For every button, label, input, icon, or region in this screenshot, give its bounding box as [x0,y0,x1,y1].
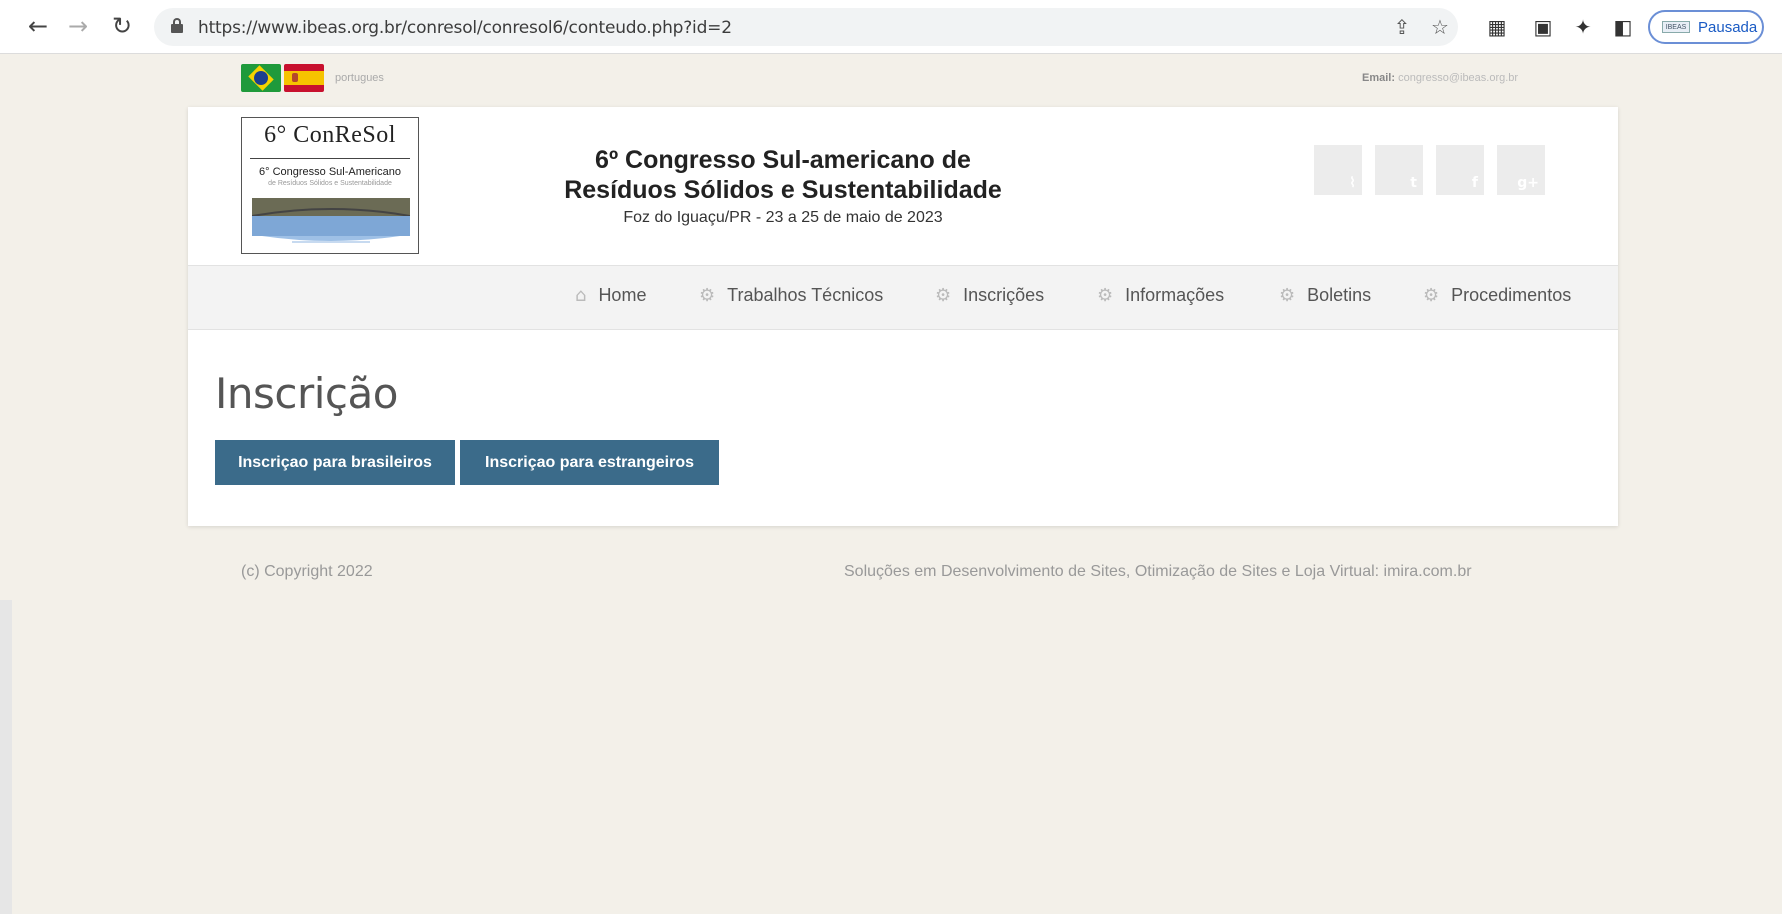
address-bar[interactable]: https://www.ibeas.org.br/conresol/conres… [154,8,1458,46]
menu-item-boletins[interactable]: ⚙ Boletins [1279,285,1371,306]
forward-arrow-icon[interactable]: → [62,10,94,42]
twitter-icon[interactable]: t [1375,145,1423,195]
browser-toolbar: ← → ↻ https://www.ibeas.org.br/conresol/… [0,0,1782,54]
profile-label: Pausada [1698,18,1758,36]
email-label: Email: [1362,72,1396,84]
contact-email: Email: congresso@ibeas.org.br [1362,72,1518,84]
spain-flag-icon[interactable] [284,64,324,92]
home-icon: ⌂ [575,285,587,306]
url-text[interactable]: https://www.ibeas.org.br/conresol/conres… [198,18,732,38]
menu-item-label: Boletins [1307,285,1372,305]
facebook-icon[interactable]: f [1436,145,1484,195]
picture-in-picture-icon[interactable]: ▣ [1528,12,1558,42]
main-card: 6° ConReSol 6° Congresso Sul-Americano d… [188,107,1618,526]
reload-icon[interactable]: ↻ [106,10,138,42]
event-title: 6º Congresso Sul-americano de Resíduos S… [564,146,1002,204]
puzzle-icon[interactable]: ✦ [1568,12,1598,42]
language-selector: portugues [241,64,384,92]
menu-item-informacoes[interactable]: ⚙ Informações [1097,285,1224,306]
back-arrow-icon[interactable]: ← [22,10,54,42]
gears-icon: ⚙ [1279,285,1296,306]
logo-subtitle: 6° Congresso Sul-Americano [259,166,401,178]
bookmark-star-icon[interactable]: ☆ [1428,15,1452,39]
scrollbar[interactable] [0,600,12,914]
menu-item-label: Home [598,285,647,305]
avatar: IBEAS [1662,21,1690,33]
language-label: portugues [335,72,384,84]
menu-item-procedimentos[interactable]: ⚙ Procedimentos [1423,285,1571,306]
logo-tagline: de Resíduos Sólidos e Sustentabilidade [268,180,392,187]
bridge-illustration [252,198,410,243]
logo-divider [250,158,410,159]
menu-item-label: Informações [1125,285,1225,305]
menu-item-home[interactable]: ⌂ Home [575,285,646,306]
menu-item-trabalhos-tecnicos[interactable]: ⚙ Trabalhos Técnicos [699,285,883,306]
brazil-flag-icon[interactable] [241,64,281,92]
logo-title: 6° ConReSol [264,122,396,148]
lock-icon[interactable] [171,18,183,33]
inscricao-estrangeiros-button[interactable]: Inscriçao para estrangeiros [460,440,719,485]
footer-credits[interactable]: Soluções em Desenvolvimento de Sites, Ot… [844,563,1472,581]
gears-icon: ⚙ [935,285,952,306]
rss-icon[interactable]: ⌇ [1314,145,1362,195]
event-title-block: 6º Congresso Sul-americano de Resíduos S… [558,145,1008,227]
menu-item-label: Trabalhos Técnicos [727,285,884,305]
googleplus-icon[interactable]: g+ [1497,145,1545,195]
menu-item-label: Inscrições [963,285,1045,305]
profile-button[interactable]: IBEAS Pausada [1648,10,1764,44]
side-panel-icon[interactable]: ◧ [1608,12,1638,42]
gears-icon: ⚙ [699,285,716,306]
page-title: Inscrição [215,369,398,418]
menu-item-label: Procedimentos [1451,285,1572,305]
menu-item-inscricoes[interactable]: ⚙ Inscrições [935,285,1044,306]
extensions-grid-icon[interactable]: ▦ [1482,12,1512,42]
main-menu: ⌂ Home ⚙ Trabalhos Técnicos ⚙ Inscrições… [188,265,1618,330]
email-link[interactable]: congresso@ibeas.org.br [1398,72,1518,84]
copyright-text: (c) Copyright 2022 [241,563,373,580]
event-subtitle: Foz do Iguaçu/PR - 23 a 25 de maio de 20… [623,209,943,226]
gears-icon: ⚙ [1423,285,1440,306]
conresol-logo[interactable]: 6° ConReSol 6° Congresso Sul-Americano d… [241,117,419,254]
share-icon[interactable]: ⇪ [1390,15,1414,39]
gears-icon: ⚙ [1097,285,1114,306]
inscricao-brasileiros-button[interactable]: Inscriçao para brasileiros [215,440,455,485]
